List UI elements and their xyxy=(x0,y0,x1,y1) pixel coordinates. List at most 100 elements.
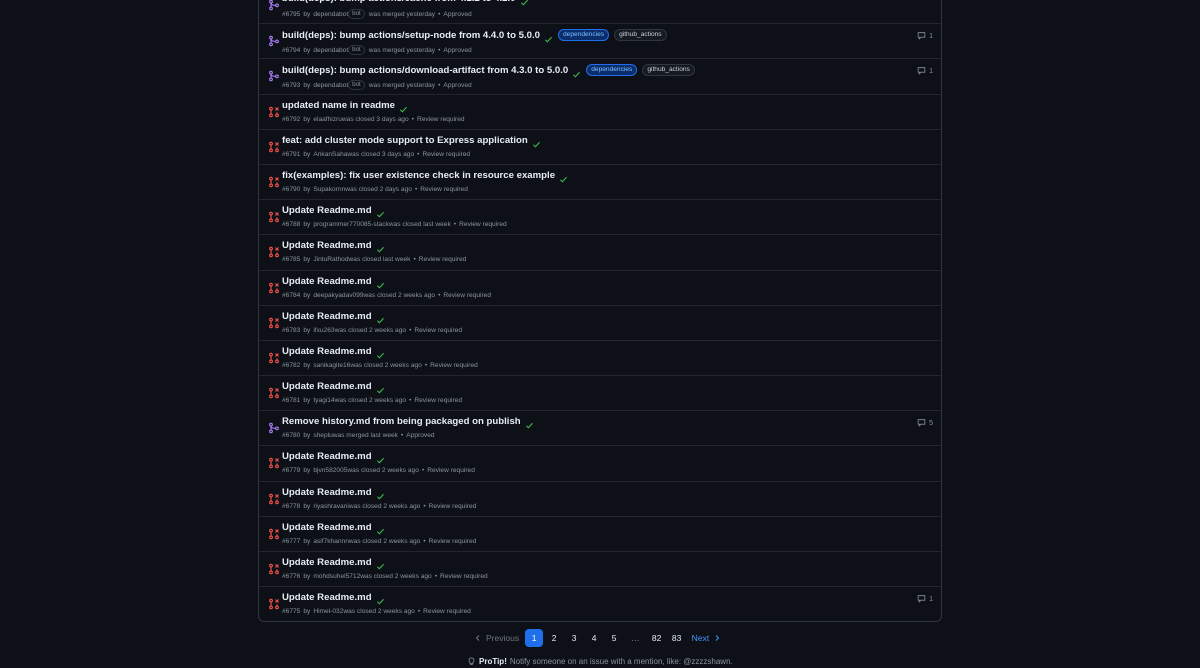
comments-count-link[interactable]: 1 xyxy=(917,66,933,77)
pull-request-title[interactable]: Remove history.md from being packaged on… xyxy=(282,416,521,427)
pull-request-title[interactable]: Update Readme.md xyxy=(282,592,372,603)
check-icon[interactable] xyxy=(532,136,541,148)
pull-request-row[interactable]: Update Readme.md #6781 by tyagi14 was cl… xyxy=(259,375,941,410)
comments-count-link[interactable]: 1 xyxy=(917,594,933,605)
next-page-link[interactable]: Next xyxy=(686,633,727,643)
review-status-link[interactable]: Review required xyxy=(423,608,471,615)
check-icon[interactable] xyxy=(376,382,385,394)
pull-request-title[interactable]: Update Readme.md xyxy=(282,205,372,216)
pull-request-row[interactable]: Update Readme.md #6775 by Himel-032 was … xyxy=(259,586,941,621)
review-status-link[interactable]: Review required xyxy=(427,467,475,474)
review-status-link[interactable]: Review required xyxy=(419,256,467,263)
pull-request-title[interactable]: Update Readme.md xyxy=(282,311,372,322)
pull-request-title[interactable]: build(deps): bump actions/download-artif… xyxy=(282,65,568,76)
review-status-link[interactable]: Review required xyxy=(422,151,470,158)
review-status-link[interactable]: Review required xyxy=(440,573,488,580)
check-icon[interactable] xyxy=(525,417,534,429)
pull-request-row[interactable]: Update Readme.md #6785 by JintuRathod wa… xyxy=(259,234,941,269)
author-link[interactable]: bjvn582005 xyxy=(313,467,347,474)
review-status-link[interactable]: Approved xyxy=(443,82,471,89)
pull-request-title[interactable]: Update Readme.md xyxy=(282,346,372,357)
author-link[interactable]: elaafhizru xyxy=(313,116,342,123)
check-icon[interactable] xyxy=(376,523,385,535)
review-status-link[interactable]: Approved xyxy=(443,47,471,54)
previous-page-link[interactable]: Previous xyxy=(468,633,525,643)
pull-request-title[interactable]: Update Readme.md xyxy=(282,381,372,392)
label-github-actions[interactable]: github_actions xyxy=(614,29,667,42)
pull-request-title[interactable]: Update Readme.md xyxy=(282,451,372,462)
check-icon[interactable] xyxy=(559,171,568,183)
label-dependencies[interactable]: dependencies xyxy=(586,64,638,77)
review-status-link[interactable]: Approved xyxy=(443,11,471,18)
author-link[interactable]: mohdsuhel5712 xyxy=(313,573,360,580)
pull-request-row[interactable]: Update Readme.md #6776 by mohdsuhel5712 … xyxy=(259,551,941,586)
review-status-link[interactable]: Review required xyxy=(429,538,477,545)
review-status-link[interactable]: Review required xyxy=(414,397,462,404)
pull-request-title[interactable]: fix(examples): fix user existence check … xyxy=(282,170,555,181)
author-link[interactable]: riyashravani xyxy=(313,503,349,510)
pull-request-title[interactable]: Update Readme.md xyxy=(282,487,372,498)
review-status-link[interactable]: Review required xyxy=(430,362,478,369)
pull-request-title[interactable]: Update Readme.md xyxy=(282,276,372,287)
pull-request-row[interactable]: Update Readme.md #6778 by riyashravani w… xyxy=(259,480,941,516)
pull-request-row[interactable]: Update Readme.md #6788 by programmer7700… xyxy=(259,199,941,234)
check-icon[interactable] xyxy=(376,312,385,324)
author-link[interactable]: programmer770085-stack xyxy=(313,221,389,228)
pull-request-title[interactable]: feat: add cluster mode support to Expres… xyxy=(282,135,528,146)
comments-count-link[interactable]: 5 xyxy=(917,418,933,429)
page-1-link[interactable]: 1 xyxy=(525,629,544,647)
pull-request-title[interactable]: Update Readme.md xyxy=(282,557,372,568)
check-icon[interactable] xyxy=(572,66,581,78)
pull-request-title[interactable]: Update Readme.md xyxy=(282,240,372,251)
pull-request-row[interactable]: build(deps): bump actions/setup-node fro… xyxy=(259,23,941,58)
pull-request-row[interactable]: Update Readme.md #6784 by deepakyadav099… xyxy=(259,269,941,305)
check-icon[interactable] xyxy=(376,347,385,359)
author-link[interactable]: sanikagite16 xyxy=(313,362,350,369)
check-icon[interactable] xyxy=(376,558,385,570)
review-status-link[interactable]: Review required xyxy=(414,327,462,334)
pull-request-title[interactable]: build(deps): bump actions/cache from 4.1… xyxy=(282,0,516,4)
pull-request-row[interactable]: Update Readme.md #6782 by sanikagite16 w… xyxy=(259,339,941,375)
comments-count-link[interactable]: 1 xyxy=(917,31,933,42)
author-link[interactable]: deepakyadav099 xyxy=(313,292,363,299)
check-icon[interactable] xyxy=(376,277,385,289)
check-icon[interactable] xyxy=(376,593,385,605)
author-link[interactable]: tyagi14 xyxy=(313,397,334,404)
review-status-link[interactable]: Review required xyxy=(443,292,491,299)
check-icon[interactable] xyxy=(376,488,385,500)
page-3-link[interactable]: 3 xyxy=(565,629,583,647)
check-icon[interactable] xyxy=(399,101,408,113)
page-4-link[interactable]: 4 xyxy=(585,629,603,647)
page-2-link[interactable]: 2 xyxy=(545,629,563,647)
review-status-link[interactable]: Review required xyxy=(420,186,468,193)
label-dependencies[interactable]: dependencies xyxy=(558,29,610,42)
author-link[interactable]: dependabot xyxy=(313,47,348,54)
check-icon[interactable] xyxy=(520,0,529,6)
author-link[interactable]: Supakornn xyxy=(313,186,345,193)
pull-request-row[interactable]: build(deps): bump actions/download-artif… xyxy=(259,58,941,93)
review-status-link[interactable]: Approved xyxy=(406,432,434,439)
check-icon[interactable] xyxy=(376,241,385,253)
author-link[interactable]: dependabot xyxy=(313,11,348,18)
pull-request-row[interactable]: feat: add cluster mode support to Expres… xyxy=(259,128,941,164)
pull-request-title[interactable]: Update Readme.md xyxy=(282,522,372,533)
author-link[interactable]: AnkanSaha xyxy=(313,151,347,158)
author-link[interactable]: asif7khannn xyxy=(313,538,349,545)
pull-request-title[interactable]: updated name in readme xyxy=(282,100,395,111)
page-82-link[interactable]: 82 xyxy=(648,629,666,647)
author-link[interactable]: ifxu263 xyxy=(313,327,334,334)
pull-request-row[interactable]: fix(examples): fix user existence check … xyxy=(259,163,941,199)
page-5-link[interactable]: 5 xyxy=(605,629,623,647)
review-status-link[interactable]: Review required xyxy=(429,503,477,510)
label-github-actions[interactable]: github_actions xyxy=(642,64,695,77)
page-83-link[interactable]: 83 xyxy=(668,629,686,647)
review-status-link[interactable]: Review required xyxy=(459,221,507,228)
review-status-link[interactable]: Review required xyxy=(417,116,465,123)
author-link[interactable]: sheplu xyxy=(313,432,332,439)
check-icon[interactable] xyxy=(376,452,385,464)
check-icon[interactable] xyxy=(376,206,385,218)
author-link[interactable]: dependabot xyxy=(313,82,348,89)
pull-request-title[interactable]: build(deps): bump actions/setup-node fro… xyxy=(282,30,540,41)
author-link[interactable]: JintuRathod xyxy=(313,256,348,263)
pull-request-row[interactable]: Update Readme.md #6779 by bjvn582005 was… xyxy=(259,445,941,480)
